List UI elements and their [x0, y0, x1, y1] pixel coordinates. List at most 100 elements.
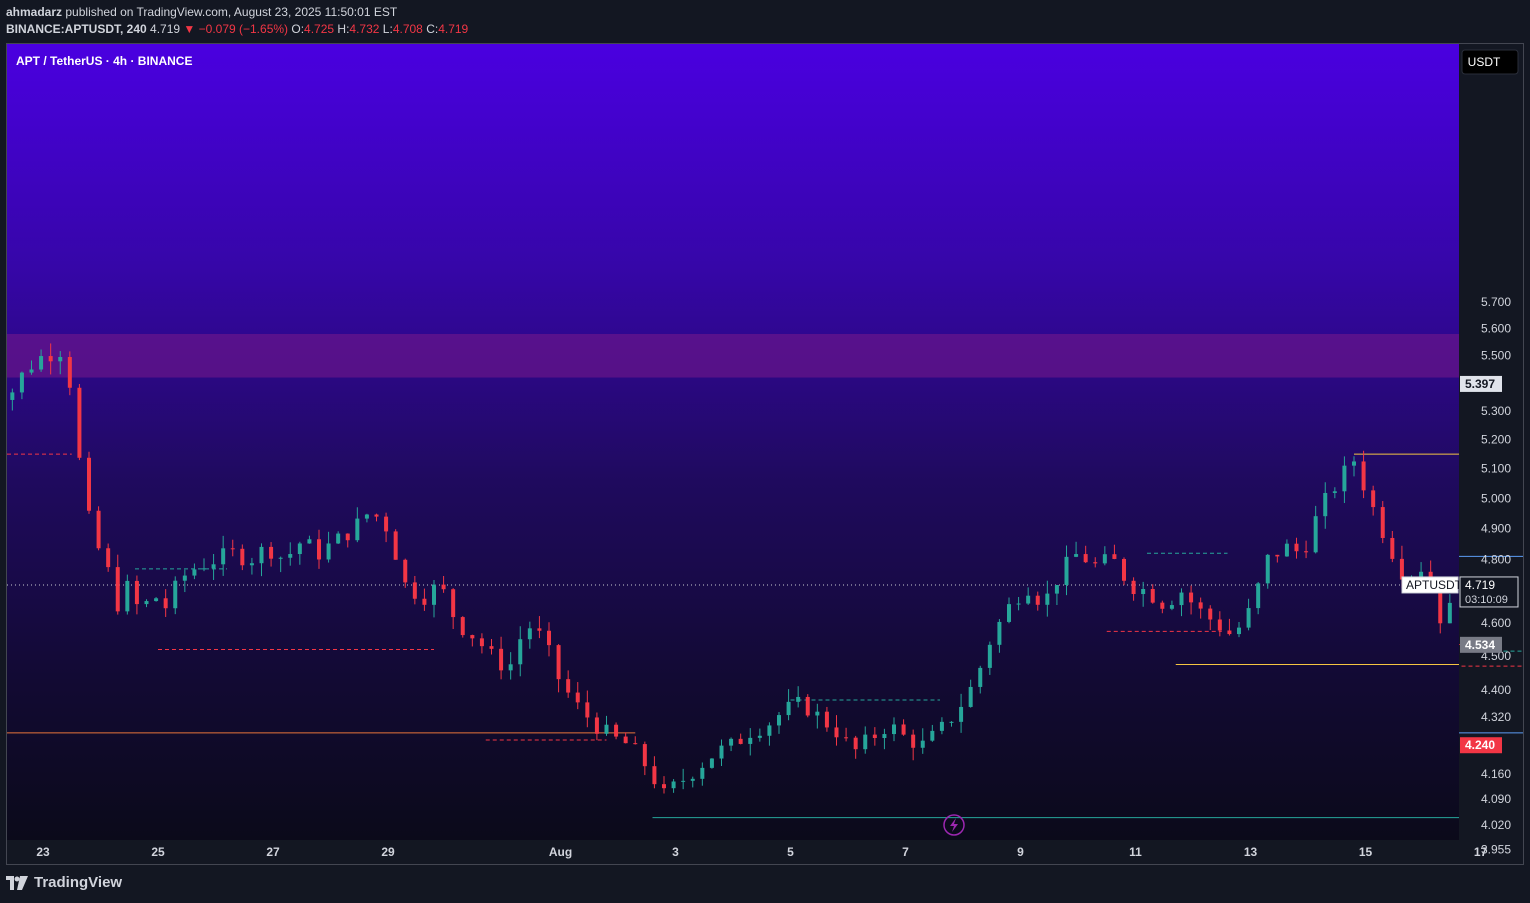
candle-body	[374, 514, 379, 517]
candle-body	[67, 357, 72, 388]
candle-body	[1064, 556, 1069, 585]
candle-body	[1313, 516, 1318, 553]
candle-body	[1246, 608, 1251, 628]
candle-body	[1284, 543, 1289, 557]
price-tag-value: 4.719	[1465, 578, 1495, 592]
close-label: C:	[426, 22, 439, 36]
candle	[393, 529, 398, 560]
supply-zone[interactable]	[7, 333, 1459, 378]
candle-body	[221, 548, 226, 565]
candle-body	[1256, 583, 1261, 609]
candle	[709, 758, 714, 769]
candle-body	[1054, 584, 1059, 594]
candle-body	[633, 743, 638, 745]
candle-body	[882, 734, 887, 739]
candle-body	[930, 730, 935, 741]
price-chart[interactable]: 5.700 5.600 5.500 5.300 5.200 5.100 5.000 4.900…	[7, 44, 1523, 864]
candle-body	[249, 563, 254, 566]
chart-frame[interactable]: 5.700 5.600 5.500 5.300 5.200 5.100 5.000 4.900…	[6, 43, 1524, 865]
candle-body	[39, 356, 44, 370]
candle-body	[738, 738, 743, 744]
candle	[805, 694, 810, 718]
published-text: published on TradingView.com, August 23,…	[65, 5, 398, 19]
candle-body	[757, 735, 762, 738]
brand-footer[interactable]: TradingView	[6, 874, 122, 891]
candle-body	[700, 767, 705, 779]
price-marker[interactable]: 5.397	[1460, 375, 1502, 392]
candle-body	[307, 539, 312, 544]
candle-body	[1131, 580, 1136, 595]
candle-body	[1160, 602, 1165, 609]
candle-body	[1227, 630, 1232, 635]
author-name[interactable]: ahmadarz	[6, 5, 62, 19]
price-marker-label: 4.240	[1465, 738, 1495, 752]
candle-body	[1150, 588, 1155, 603]
candle-body	[288, 554, 293, 558]
candle-body	[422, 598, 427, 605]
candle-body	[1179, 592, 1184, 606]
candle-body	[1265, 554, 1270, 584]
candle-body	[662, 784, 666, 789]
currency-button[interactable]: USDT	[1461, 49, 1519, 75]
candle-body	[1169, 605, 1174, 609]
candle-body	[1399, 558, 1404, 580]
candle-body	[432, 584, 436, 605]
price-marker[interactable]: 4.240	[1460, 737, 1502, 754]
price-tick-label: 5.100	[1481, 462, 1511, 476]
candle-body	[364, 514, 369, 519]
candle-body	[499, 648, 504, 671]
candle-body	[19, 372, 24, 393]
low-value: 4.708	[392, 22, 423, 36]
candle-body	[527, 628, 532, 640]
candle-body	[1026, 595, 1031, 604]
time-tick-label: 23	[36, 845, 50, 859]
candle-body	[355, 518, 360, 541]
time-axis[interactable]	[7, 840, 1459, 864]
candle-body	[489, 646, 494, 649]
candle-body	[805, 696, 810, 716]
candle-body	[690, 778, 695, 781]
candle-body	[604, 724, 609, 734]
candle-body	[987, 644, 992, 668]
candle-body	[297, 543, 302, 555]
price-marker[interactable]: 4.534	[1460, 636, 1502, 653]
high-value: 4.732	[349, 22, 380, 36]
candle-body	[863, 734, 868, 750]
candle-body	[623, 736, 628, 744]
time-tick-label: 15	[1359, 845, 1373, 859]
candle-body	[144, 601, 149, 605]
symbol-tag-label: APTUSDT	[1406, 578, 1463, 592]
candle-body	[1275, 554, 1280, 557]
price-tick-label: 4.900	[1481, 522, 1511, 536]
candle-body	[892, 724, 896, 735]
candle-body	[1083, 554, 1088, 563]
candle-body	[1112, 554, 1117, 559]
candle-body	[652, 766, 657, 785]
candle-body	[48, 356, 53, 362]
ohlc-legend: BINANCE:APTUSDT, 240 4.719 ▼ −0.079 (−1.…	[6, 22, 468, 36]
price-tick-label: 5.500	[1481, 349, 1511, 363]
candle-body	[729, 738, 734, 746]
close-value: 4.719	[438, 22, 469, 36]
price-tick-label: 5.600	[1481, 322, 1511, 336]
price-tick-label: 4.090	[1481, 792, 1511, 806]
candle-body	[671, 781, 676, 789]
candle-body	[1352, 461, 1356, 466]
price-tick-label: 4.320	[1481, 710, 1511, 724]
candle-body	[949, 721, 954, 723]
candle-body	[336, 533, 341, 544]
open-value: 4.725	[304, 22, 335, 36]
candle-body	[269, 546, 274, 559]
candle-body	[1189, 592, 1194, 603]
price-marker-label: 4.534	[1465, 638, 1495, 652]
candle-body	[1093, 562, 1098, 564]
price-tick-label: 4.160	[1481, 767, 1511, 781]
brand-name: TradingView	[34, 874, 123, 891]
currency-label: USDT	[1468, 55, 1501, 69]
candle-body	[58, 357, 63, 362]
time-tick-label: 7	[902, 845, 909, 859]
publish-info: ahmadarz published on TradingView.com, A…	[6, 5, 397, 19]
candle-body	[815, 711, 820, 716]
candle-body	[1342, 465, 1347, 492]
candle-body	[412, 582, 417, 599]
